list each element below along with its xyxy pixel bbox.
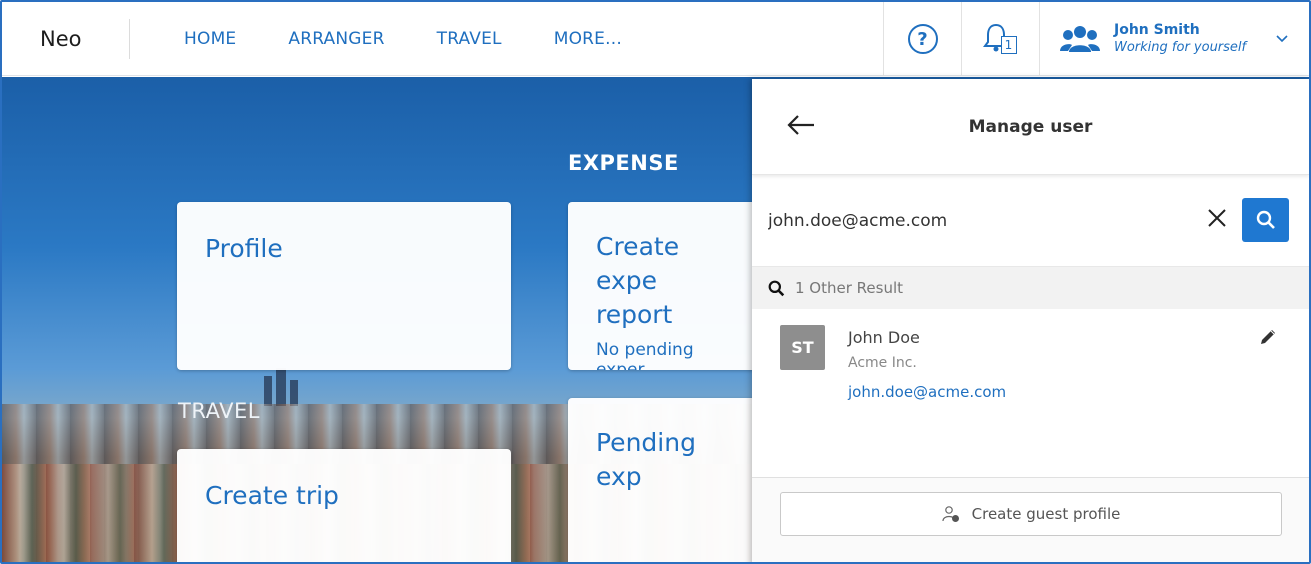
section-label-travel: TRAVEL [178, 399, 260, 423]
card-pending-expense[interactable]: Pending exp [568, 398, 768, 562]
search-button[interactable] [1242, 198, 1289, 242]
result-email-link[interactable]: john.doe@acme.com [848, 383, 1006, 401]
user-menu[interactable]: John Smith Working for yourself [1039, 2, 1309, 76]
results-count-label: 1 Other Result [795, 279, 904, 297]
user-search-input[interactable] [768, 210, 1188, 231]
search-icon [1256, 210, 1275, 229]
bell-icon: 1 [982, 22, 1019, 56]
panel-footer: Create guest profile [752, 477, 1309, 562]
create-guest-profile-button[interactable]: Create guest profile [780, 492, 1282, 536]
top-navigation: Neo HOME ARRANGER TRAVEL MORE... ? 1 Joh… [2, 2, 1309, 76]
brand-logo[interactable]: Neo [2, 18, 130, 59]
result-name: John Doe [848, 328, 920, 347]
nav-travel[interactable]: TRAVEL [437, 29, 502, 49]
card-create-expense[interactable]: Create expe report No pending exper [568, 202, 768, 370]
nav-home[interactable]: HOME [184, 29, 236, 49]
card-create-trip-title: Create trip [205, 481, 339, 510]
user-search-bar [752, 175, 1309, 267]
users-icon [1060, 26, 1100, 52]
card-create-trip[interactable]: Create trip [177, 449, 511, 562]
skyline-decoration [290, 380, 298, 406]
nav-more[interactable]: MORE... [554, 29, 622, 49]
panel-header: Manage user [752, 79, 1309, 175]
panel-title: Manage user [968, 116, 1093, 137]
user-name: John Smith [1114, 22, 1200, 38]
edit-pencil-icon[interactable] [1258, 327, 1278, 347]
card-create-expense-status: No pending exper [596, 340, 694, 370]
result-company: Acme Inc. [848, 355, 917, 371]
card-profile[interactable]: Profile [177, 202, 511, 370]
card-create-expense-title: Create expe [596, 232, 680, 295]
search-result-item[interactable]: ST John Doe Acme Inc. john.doe@acme.com [752, 309, 1309, 479]
card-pending-expense-title: Pending exp [596, 428, 696, 491]
create-guest-profile-label: Create guest profile [971, 505, 1121, 523]
help-button[interactable]: ? [883, 2, 961, 76]
user-info: John Smith Working for yourself [1114, 21, 1246, 57]
nav-right-group: ? 1 John Smith Working for yourself [883, 2, 1309, 76]
skyline-decoration [276, 368, 286, 406]
back-arrow-icon[interactable] [786, 113, 816, 139]
help-icon: ? [907, 24, 938, 54]
manage-user-panel: Manage user 1 Other Result [752, 79, 1309, 562]
nav-arranger[interactable]: ARRANGER [288, 29, 384, 49]
notification-count-badge: 1 [1000, 36, 1017, 54]
card-create-expense-title-line2: report [596, 300, 673, 329]
skyline-decoration [264, 376, 272, 406]
app-window: Neo HOME ARRANGER TRAVEL MORE... ? 1 Joh… [0, 0, 1311, 564]
chevron-down-icon[interactable] [1276, 31, 1288, 47]
search-icon [768, 280, 785, 297]
results-summary: 1 Other Result [752, 267, 1309, 309]
clear-search-icon[interactable] [1206, 207, 1228, 229]
card-profile-title: Profile [205, 234, 283, 263]
guest-user-icon [942, 505, 960, 523]
notifications-button[interactable]: 1 [961, 2, 1039, 76]
user-context: Working for yourself [1114, 40, 1247, 55]
section-label-expense: EXPENSE [568, 151, 679, 175]
avatar: ST [780, 325, 825, 370]
